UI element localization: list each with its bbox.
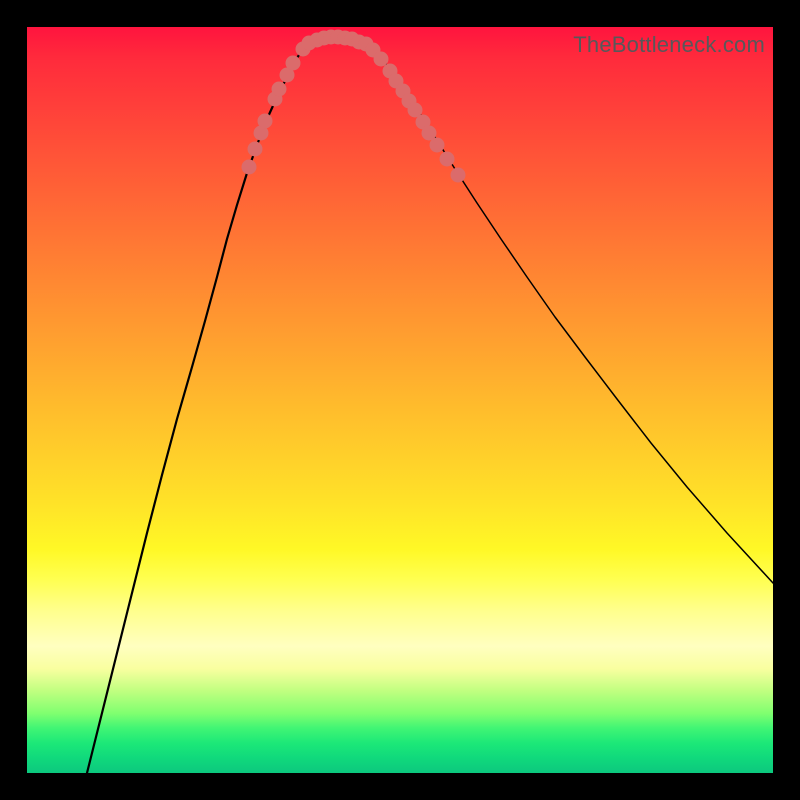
- points-group: [242, 30, 466, 183]
- chart-svg: [27, 27, 773, 773]
- data-point: [286, 56, 301, 71]
- data-point: [242, 160, 257, 175]
- data-point: [374, 52, 389, 67]
- data-point: [440, 152, 455, 167]
- data-point: [451, 168, 466, 183]
- data-point: [258, 114, 273, 129]
- data-point: [430, 138, 445, 153]
- curve-left-branch: [87, 44, 307, 773]
- plot-area: TheBottleneck.com: [27, 27, 773, 773]
- data-point: [248, 142, 263, 157]
- chart-frame: TheBottleneck.com: [0, 0, 800, 800]
- data-point: [272, 82, 287, 97]
